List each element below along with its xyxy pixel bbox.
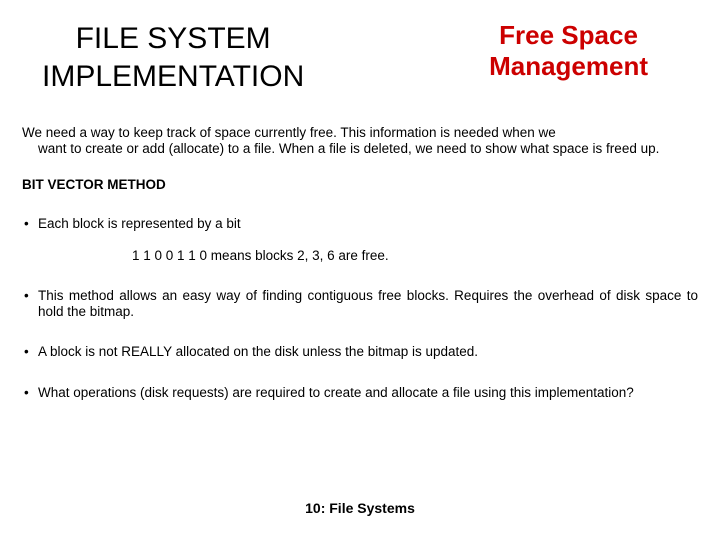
title-right-line1: Free Space — [499, 20, 638, 50]
subheading: BIT VECTOR METHOD — [22, 177, 698, 193]
slide: FILE SYSTEM IMPLEMENTATION Free Space Ma… — [0, 0, 720, 540]
title-left-line2: IMPLEMENTATION — [42, 60, 304, 93]
title-right-line2: Management — [489, 51, 648, 81]
bullet-1: Each block is represented by a bit — [22, 216, 698, 232]
intro-rest: want to create or add (allocate) to a fi… — [22, 141, 698, 157]
slide-header: FILE SYSTEM IMPLEMENTATION Free Space Ma… — [22, 20, 698, 95]
example-line: 1 1 0 0 1 1 0 means blocks 2, 3, 6 are f… — [132, 248, 698, 264]
slide-footer: 10: File Systems — [0, 500, 720, 516]
intro-line1: We need a way to keep track of space cur… — [22, 125, 698, 141]
bullet-list: Each block is represented by a bit — [22, 216, 698, 232]
bullet-2: This method allows an easy way of findin… — [22, 288, 698, 320]
bullet-3: A block is not REALLY allocated on the d… — [22, 344, 698, 360]
title-left: FILE SYSTEM IMPLEMENTATION — [22, 20, 304, 95]
intro-paragraph: We need a way to keep track of space cur… — [22, 125, 698, 157]
bullet-4: What operations (disk requests) are requ… — [22, 385, 698, 401]
title-right: Free Space Management — [489, 20, 698, 82]
slide-body: We need a way to keep track of space cur… — [22, 125, 698, 401]
bullet-list-2: This method allows an easy way of findin… — [22, 288, 698, 401]
title-left-line1: FILE SYSTEM — [76, 22, 271, 55]
